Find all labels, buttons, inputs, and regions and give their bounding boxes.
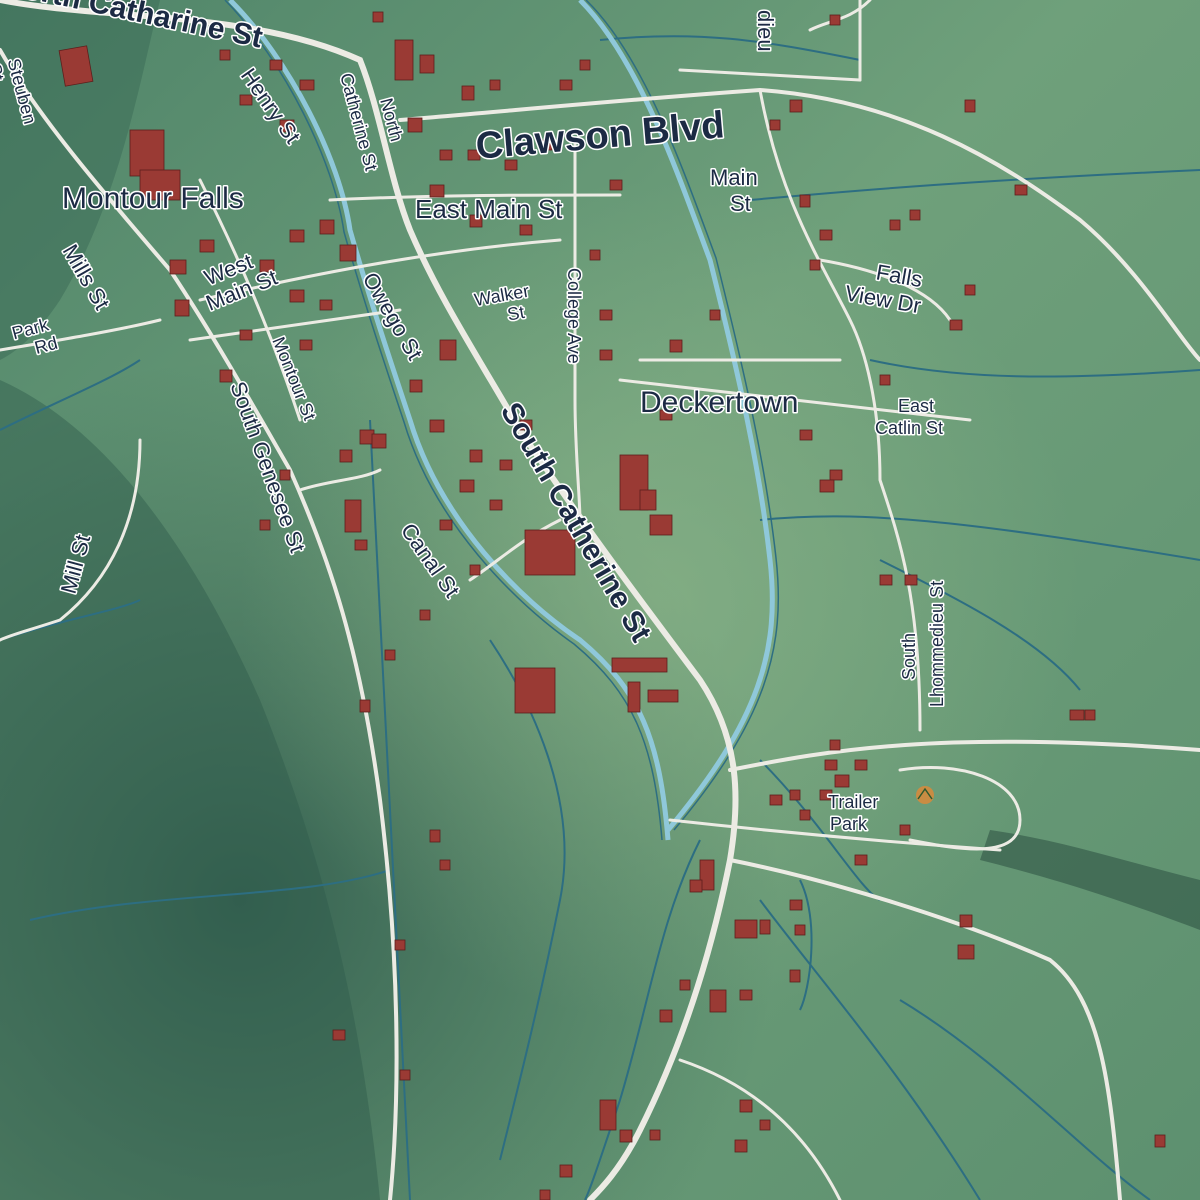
label-lhommedieu-top[interactable]: dieu (752, 9, 780, 54)
label-trailer-park-line2: Park (830, 814, 868, 834)
label-main-st-line2: St (730, 191, 751, 216)
label-college-ave[interactable]: College Ave (563, 267, 586, 366)
label-montour-falls[interactable]: Montour Falls (61, 181, 246, 217)
label-south-lhommedieu-line2: Lhommedieu St (927, 581, 947, 707)
map-canvas[interactable]: North Catharine St Clawson Blvd East Mai… (0, 0, 1200, 1200)
label-main-st-line1: Main (710, 165, 758, 190)
playground-icon (916, 786, 934, 804)
label-east-catlin-line1: East (898, 396, 934, 416)
label-deckertown[interactable]: Deckertown (639, 385, 800, 421)
label-east-main-st[interactable]: East Main St (414, 193, 565, 226)
label-trailer-park-line1: Trailer (828, 792, 878, 812)
label-east-catlin-line2: Catlin St (875, 418, 943, 438)
label-walker-line2: St (506, 302, 526, 325)
label-south-lhommedieu-line1: South (899, 633, 919, 680)
